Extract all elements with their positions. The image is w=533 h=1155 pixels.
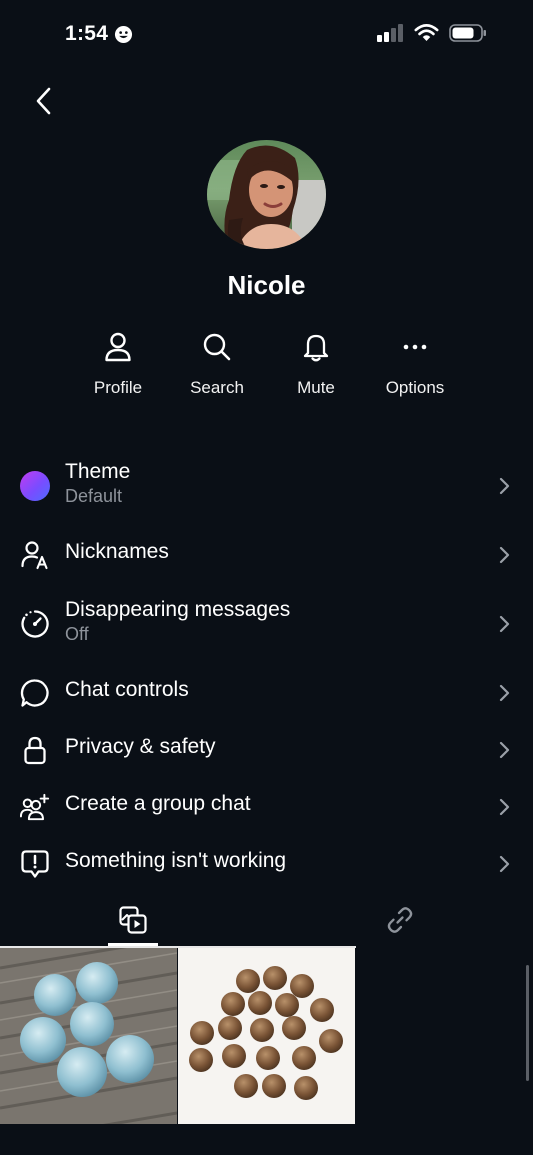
settings-row-disappearing-messages[interactable]: Disappearing messages Off xyxy=(0,596,533,652)
back-chevron-icon xyxy=(36,87,51,115)
disappearing-messages-title: Disappearing messages xyxy=(65,598,291,621)
profile-action[interactable]: Profile xyxy=(68,328,168,398)
chevron-right-icon xyxy=(499,546,510,564)
media-thumbnail[interactable] xyxy=(0,948,177,1124)
tab-media[interactable] xyxy=(108,900,158,946)
options-action-label: Options xyxy=(385,378,445,397)
theme-gradient-icon xyxy=(20,471,50,501)
something-isnt-working-title: Something isn't working xyxy=(65,849,287,872)
media-thumbnail[interactable] xyxy=(178,948,355,1124)
chat-controls-title: Chat controls xyxy=(65,678,189,701)
avatar[interactable] xyxy=(207,140,326,249)
settings-row-nicknames[interactable]: Nicknames xyxy=(0,538,533,572)
smiley-icon xyxy=(115,25,133,43)
chat-bubble-icon xyxy=(20,679,49,707)
search-icon xyxy=(203,333,231,361)
avatar-photo xyxy=(207,140,326,249)
status-time-label: 1:54 xyxy=(65,22,109,45)
link-icon xyxy=(387,907,413,933)
signal-bars-icon xyxy=(377,24,403,42)
disappearing-messages-subtitle: Off xyxy=(65,624,89,644)
chevron-right-icon xyxy=(499,615,510,633)
mute-action-label: Mute xyxy=(297,378,335,397)
wifi-icon xyxy=(414,24,439,41)
chevron-right-icon xyxy=(499,477,510,495)
theme-subtitle: Default xyxy=(65,486,123,506)
status-time: 1:54 xyxy=(65,22,133,46)
create-group-chat-title: Create a group chat xyxy=(65,792,251,815)
search-action-label: Search xyxy=(190,378,244,397)
chevron-right-icon xyxy=(499,741,510,759)
media-photo-brown-stones xyxy=(178,948,355,1124)
status-indicators xyxy=(377,24,487,42)
nickname-icon xyxy=(21,541,48,570)
chevron-right-icon xyxy=(499,798,510,816)
person-icon xyxy=(105,332,131,362)
more-icon xyxy=(403,344,427,350)
options-action[interactable]: Options xyxy=(365,328,465,398)
chevron-right-icon xyxy=(499,855,510,873)
lock-icon xyxy=(24,736,46,765)
settings-row-create-group-chat[interactable]: Create a group chat xyxy=(0,790,533,824)
settings-row-chat-controls[interactable]: Chat controls xyxy=(0,676,533,710)
settings-row-something-isnt-working[interactable]: Something isn't working xyxy=(0,847,533,881)
chevron-right-icon xyxy=(499,684,510,702)
settings-row-theme[interactable]: Theme Default xyxy=(0,458,533,514)
add-group-icon xyxy=(20,793,50,821)
settings-row-privacy-safety[interactable]: Privacy & safety xyxy=(0,733,533,767)
media-photo-blue-stones xyxy=(0,948,177,1124)
privacy-safety-title: Privacy & safety xyxy=(65,735,216,758)
back-button[interactable] xyxy=(26,84,60,118)
nicknames-title: Nicknames xyxy=(65,540,169,563)
contact-name: Nicole xyxy=(227,270,306,300)
bell-icon xyxy=(303,334,329,362)
search-action[interactable]: Search xyxy=(167,328,267,398)
report-icon xyxy=(21,850,49,878)
theme-title: Theme xyxy=(65,460,131,483)
battery-icon xyxy=(449,24,486,42)
scrollbar[interactable] xyxy=(526,965,529,1081)
timer-icon xyxy=(21,610,49,638)
mute-action[interactable]: Mute xyxy=(266,328,366,398)
media-icon xyxy=(119,906,147,934)
profile-action-label: Profile xyxy=(93,378,143,397)
tab-links[interactable] xyxy=(382,900,418,940)
